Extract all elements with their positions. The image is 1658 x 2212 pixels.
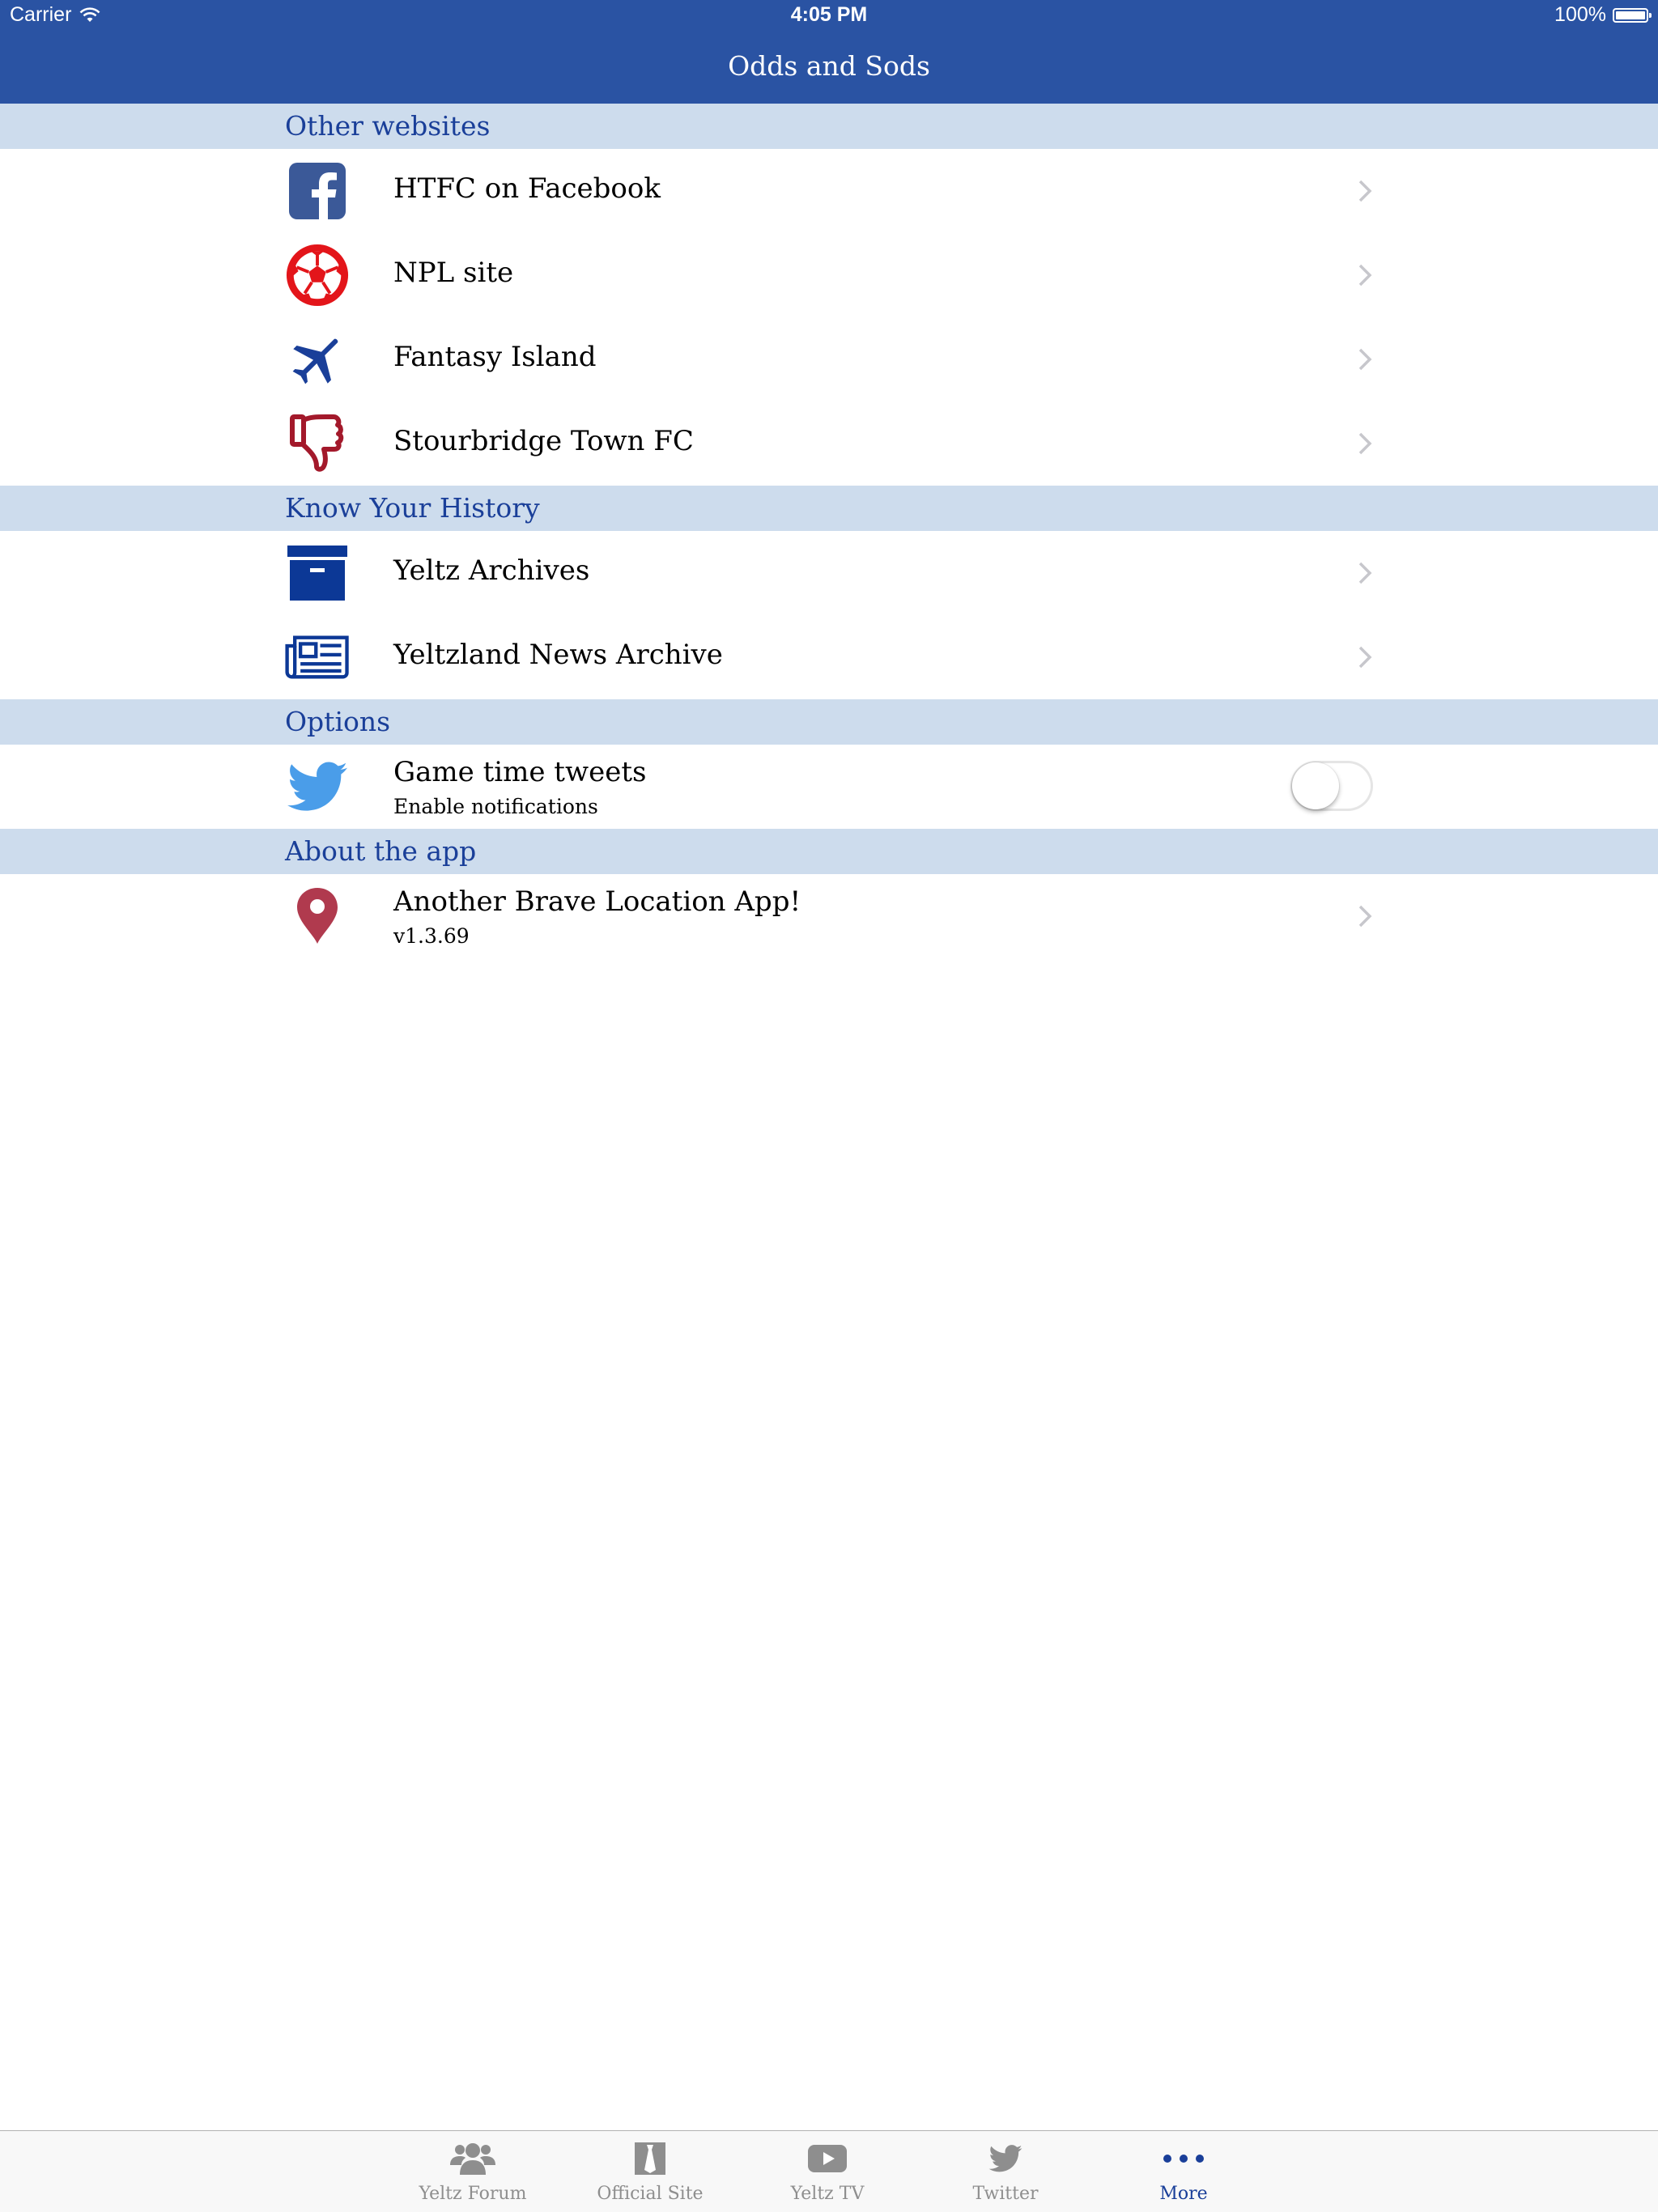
row-npl-site[interactable]: NPL site xyxy=(0,233,1658,317)
chevron-right-icon xyxy=(1358,180,1372,202)
tab-more[interactable]: More xyxy=(1095,2131,1273,2212)
section-title: About the app xyxy=(285,835,477,867)
tab-label: Twitter xyxy=(972,2184,1039,2204)
airplane-icon xyxy=(285,327,350,392)
chevron-right-icon xyxy=(1358,432,1372,455)
status-battery: 100% xyxy=(1554,3,1652,27)
tab-yeltz-tv[interactable]: Yeltz TV xyxy=(738,2131,916,2212)
row-game-time-tweets: Game time tweets Enable notifications xyxy=(0,745,1658,829)
section-header-options: Options xyxy=(0,699,1658,745)
section-title: Know Your History xyxy=(285,492,540,524)
row-yeltz-archives[interactable]: Yeltz Archives xyxy=(0,531,1658,615)
page-title: Odds and Sods xyxy=(728,50,930,82)
chevron-right-icon xyxy=(1358,348,1372,371)
tab-label: Official Site xyxy=(597,2184,704,2204)
chevron-right-icon xyxy=(1358,562,1372,584)
row-htfc-facebook[interactable]: HTFC on Facebook xyxy=(0,149,1658,233)
tab-yeltz-forum[interactable]: Yeltz Forum xyxy=(384,2131,562,2212)
tab-label: Yeltz Forum xyxy=(419,2184,527,2204)
row-label: Stourbridge Town FC xyxy=(393,425,694,457)
video-play-icon xyxy=(803,2139,852,2178)
chevron-right-icon xyxy=(1358,264,1372,287)
row-fantasy-island[interactable]: Fantasy Island xyxy=(0,317,1658,401)
row-label: Fantasy Island xyxy=(393,341,597,373)
thumbs-down-icon xyxy=(285,411,350,476)
row-label: Yeltzland News Archive xyxy=(393,639,723,671)
row-label: NPL site xyxy=(393,257,514,289)
navigation-bar: Carrier 4:05 PM 100% Odds and Sods xyxy=(0,0,1658,104)
tab-twitter[interactable]: Twitter xyxy=(916,2131,1095,2212)
location-pin-icon xyxy=(285,884,350,949)
tab-label: Yeltz TV xyxy=(790,2184,865,2204)
facebook-icon xyxy=(285,159,350,223)
row-sublabel: v1.3.69 xyxy=(393,924,470,948)
row-sublabel: Enable notifications xyxy=(393,795,598,818)
section-header-about-the-app: About the app xyxy=(0,829,1658,874)
soccer-ball-icon xyxy=(285,243,350,308)
section-title: Options xyxy=(285,706,391,737)
chevron-right-icon xyxy=(1358,905,1372,928)
archive-box-icon xyxy=(285,541,350,605)
battery-icon xyxy=(1613,7,1652,23)
row-label: Another Brave Location App! xyxy=(393,885,801,918)
tab-bar: Yeltz Forum Official Site Yeltz TV Twitt… xyxy=(0,2130,1658,2212)
section-header-other-websites: Other websites xyxy=(0,104,1658,149)
tab-official-site[interactable]: Official Site xyxy=(561,2131,739,2212)
row-label: Game time tweets xyxy=(393,756,647,788)
status-time: 4:05 PM xyxy=(790,3,868,26)
row-yeltzland-news-archive[interactable]: Yeltzland News Archive xyxy=(0,615,1658,699)
row-label: HTFC on Facebook xyxy=(393,172,661,205)
twitter-bird-icon xyxy=(981,2139,1030,2178)
section-header-know-your-history: Know Your History xyxy=(0,486,1658,531)
group-icon xyxy=(449,2139,497,2178)
row-label: Yeltz Archives xyxy=(393,554,590,587)
newspaper-icon xyxy=(285,625,350,690)
battery-percent: 100% xyxy=(1554,3,1606,26)
twitter-bird-icon xyxy=(285,754,350,819)
more-dots-icon xyxy=(1159,2139,1208,2178)
row-stourbridge-town[interactable]: Stourbridge Town FC xyxy=(0,401,1658,486)
notifications-toggle[interactable] xyxy=(1290,761,1373,811)
tie-icon xyxy=(626,2139,674,2178)
chevron-right-icon xyxy=(1358,646,1372,669)
section-title: Other websites xyxy=(285,110,491,142)
toggle-knob xyxy=(1292,762,1339,809)
tab-label: More xyxy=(1159,2184,1208,2204)
row-about-app[interactable]: Another Brave Location App! v1.3.69 xyxy=(0,874,1658,958)
